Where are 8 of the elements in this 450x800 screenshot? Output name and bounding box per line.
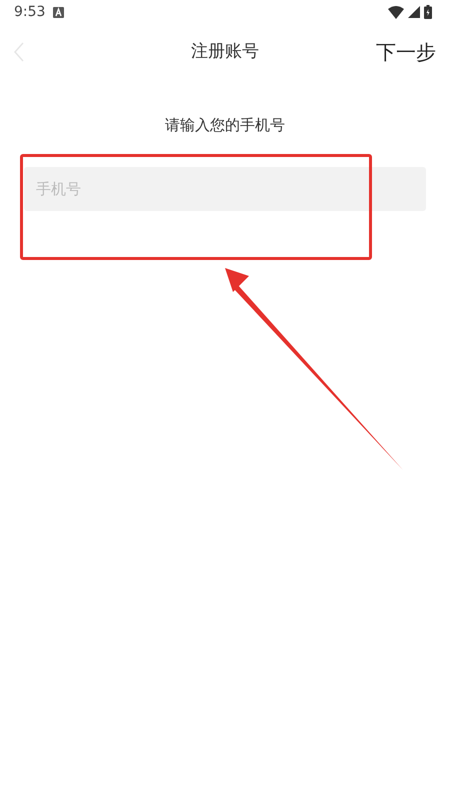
- battery-icon: [424, 5, 432, 19]
- prompt-text: 请输入您的手机号: [165, 116, 285, 134]
- page-title: 注册账号: [191, 40, 259, 64]
- signal-icon: [408, 6, 420, 18]
- status-time: 9:53: [14, 2, 46, 22]
- notification-icon: [53, 6, 64, 18]
- wifi-icon: [388, 6, 404, 18]
- next-step-button[interactable]: 下一步: [374, 37, 438, 67]
